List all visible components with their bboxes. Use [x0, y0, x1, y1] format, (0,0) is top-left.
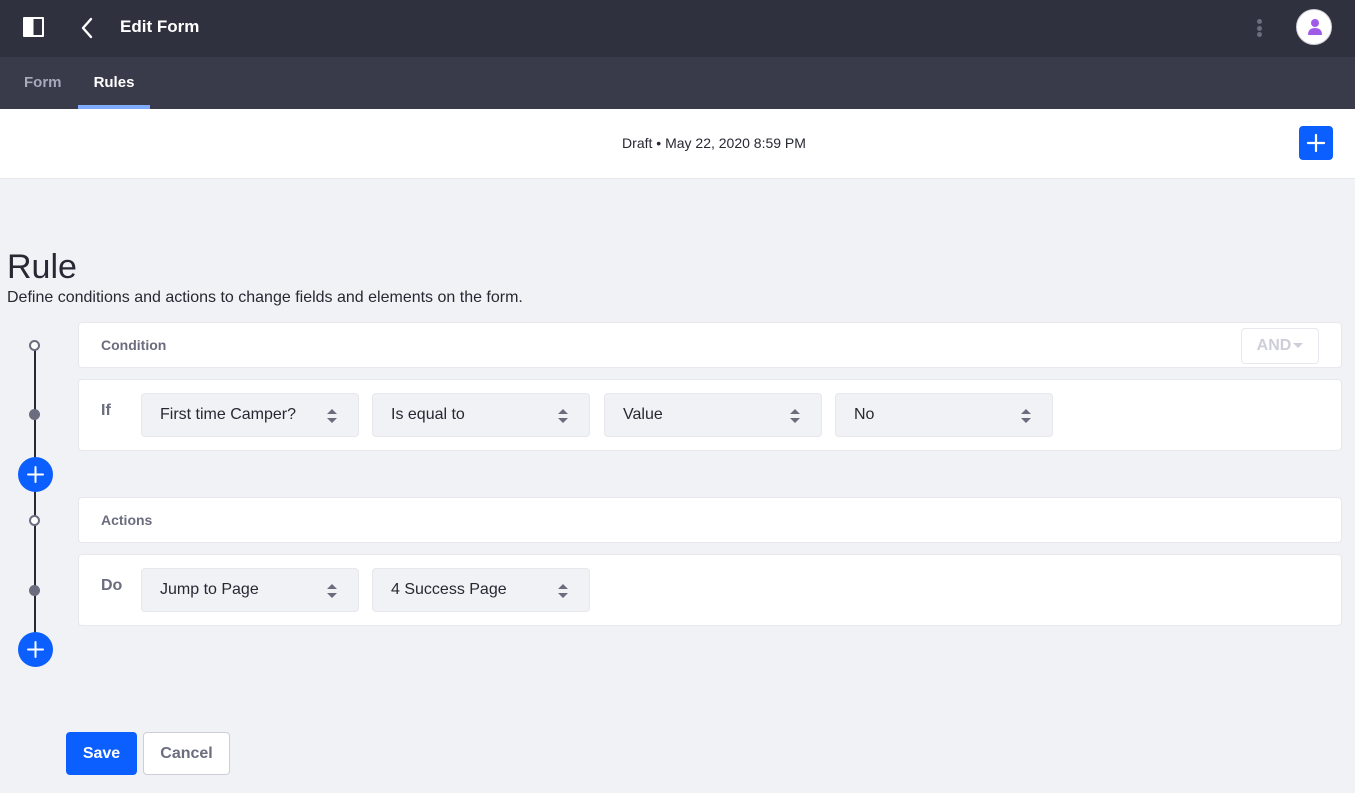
- do-label: Do: [101, 577, 123, 594]
- select-arrows-icon: [327, 409, 337, 423]
- plus-icon: [27, 466, 44, 483]
- select-value: First time Camper?: [160, 406, 297, 423]
- tab-rules[interactable]: Rules: [78, 57, 150, 109]
- select-arrows-icon: [327, 584, 337, 598]
- and-operator-label: AND: [1256, 337, 1292, 354]
- condition-type-select[interactable]: Value: [604, 393, 822, 437]
- sidebar-toggle-icon[interactable]: [23, 17, 44, 37]
- draft-status-text: Draft • May 22, 2020 8:59 PM: [622, 135, 806, 151]
- save-button[interactable]: Save: [66, 732, 137, 775]
- cancel-button[interactable]: Cancel: [143, 732, 230, 775]
- condition-field-select[interactable]: First time Camper?: [141, 393, 359, 437]
- chevron-left-icon: [81, 17, 93, 39]
- add-condition-button[interactable]: [18, 457, 53, 492]
- caret-down-icon: [1293, 343, 1304, 349]
- condition-header-card: Condition AND: [78, 322, 1342, 368]
- action-type-select[interactable]: Jump to Page: [141, 568, 359, 612]
- plus-icon: [1306, 133, 1326, 153]
- if-label: If: [101, 402, 111, 419]
- timeline-node-icon: [29, 515, 40, 526]
- select-arrows-icon: [558, 409, 568, 423]
- tab-form[interactable]: Form: [24, 57, 62, 109]
- action-target-select[interactable]: 4 Success Page: [372, 568, 590, 612]
- timeline-node-icon: [29, 585, 40, 596]
- condition-row-card: If First time Camper? Is equal to Value …: [78, 379, 1342, 451]
- timeline-node-icon: [29, 409, 40, 420]
- select-value: Is equal to: [391, 406, 465, 423]
- add-rule-button[interactable]: [1299, 126, 1333, 160]
- status-bar: Draft • May 22, 2020 8:59 PM: [0, 109, 1355, 179]
- select-value: 4 Success Page: [391, 581, 507, 598]
- timeline-line: [34, 350, 36, 640]
- condition-value-select[interactable]: No: [835, 393, 1053, 437]
- and-operator-dropdown[interactable]: AND: [1241, 328, 1319, 364]
- select-value: Value: [623, 406, 663, 423]
- actions-header-label: Actions: [101, 512, 153, 528]
- plus-icon: [27, 641, 44, 658]
- select-value: No: [854, 406, 875, 423]
- rule-title: Rule: [7, 248, 77, 286]
- back-button[interactable]: [76, 14, 98, 42]
- condition-header-label: Condition: [101, 337, 167, 353]
- kebab-menu-icon[interactable]: [1252, 16, 1266, 40]
- tab-bar: Form Rules: [0, 57, 1355, 109]
- select-arrows-icon: [1021, 409, 1031, 423]
- actions-header-card: Actions: [78, 497, 1342, 543]
- timeline-node-icon: [29, 340, 40, 351]
- page-title: Edit Form: [120, 17, 200, 36]
- action-row-card: Do Jump to Page 4 Success Page: [78, 554, 1342, 626]
- select-arrows-icon: [790, 409, 800, 423]
- user-avatar[interactable]: [1296, 9, 1332, 45]
- condition-operator-select[interactable]: Is equal to: [372, 393, 590, 437]
- select-value: Jump to Page: [160, 581, 259, 598]
- top-navigation-bar: Edit Form: [0, 0, 1355, 57]
- add-action-button[interactable]: [18, 632, 53, 667]
- select-arrows-icon: [558, 584, 568, 598]
- rule-description: Define conditions and actions to change …: [7, 289, 523, 306]
- user-icon: [1308, 19, 1322, 35]
